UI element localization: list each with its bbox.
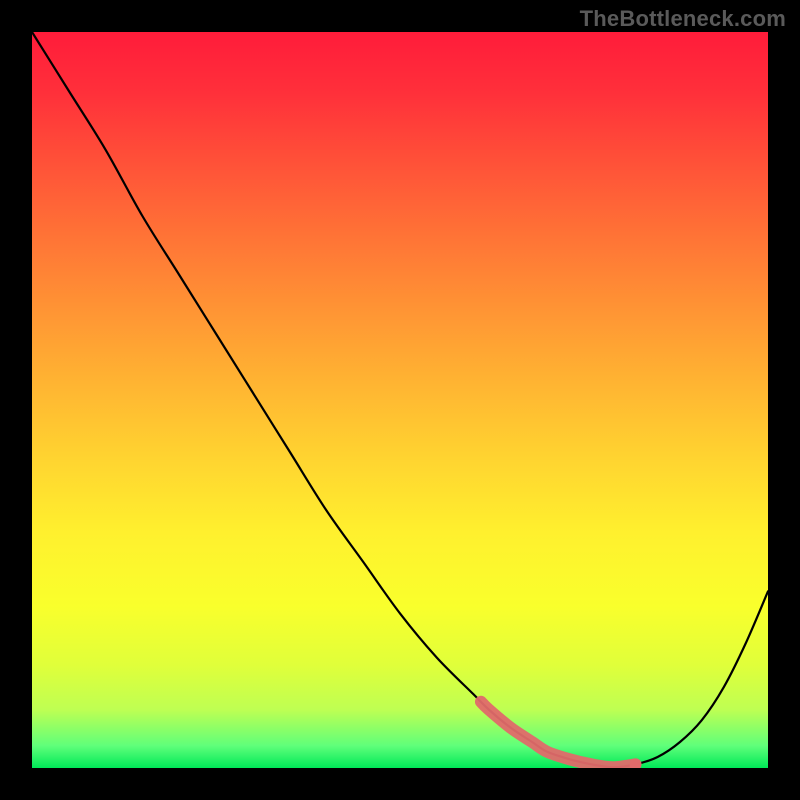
- bottleneck-curve: [32, 32, 768, 767]
- chart-container: TheBottleneck.com: [0, 0, 800, 800]
- watermark-label: TheBottleneck.com: [580, 6, 786, 32]
- plot-area: [32, 32, 768, 768]
- chart-svg: [32, 32, 768, 768]
- highlight-segment: [481, 702, 636, 768]
